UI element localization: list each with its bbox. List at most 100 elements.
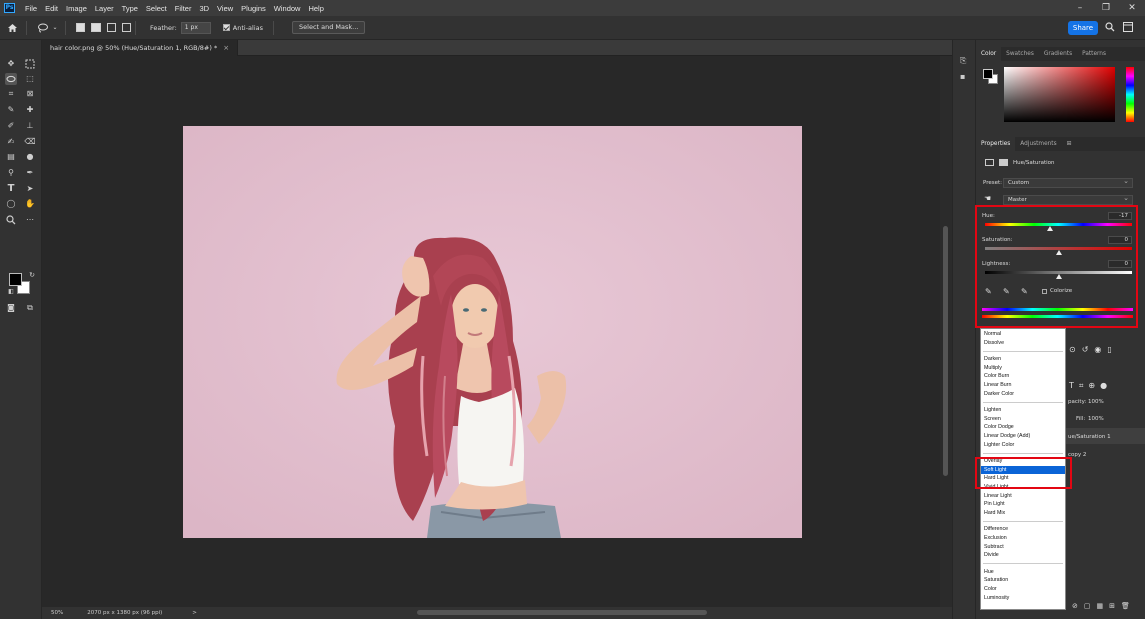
lasso-tool-preset-icon[interactable] (37, 22, 49, 34)
quick-mask-icon[interactable]: ◙ (5, 302, 17, 314)
move-tool-icon[interactable]: ✥ (5, 58, 17, 70)
crop-tool-icon[interactable]: ⌗ (5, 88, 17, 100)
blend-mode-subtract[interactable]: Subtract (981, 543, 1065, 552)
subtract-from-selection-icon[interactable] (107, 23, 116, 32)
menu-edit[interactable]: Edit (41, 4, 62, 13)
menu-image[interactable]: Image (62, 4, 91, 13)
color-picker-field[interactable] (1004, 67, 1115, 122)
spot-healing-tool-icon[interactable]: ✚ (24, 104, 36, 116)
blend-mode-color-dodge[interactable]: Color Dodge (981, 423, 1065, 432)
blur-tool-icon[interactable]: ● (24, 151, 36, 163)
fill-value[interactable]: 100% (1088, 416, 1104, 422)
object-selection-tool-icon[interactable]: ⬚ (24, 73, 36, 85)
status-arrow-icon[interactable]: > (192, 610, 197, 616)
intersect-selection-icon[interactable] (122, 23, 131, 32)
home-icon[interactable] (6, 22, 18, 34)
vertical-scrollbar[interactable] (940, 56, 952, 607)
add-to-selection-icon[interactable] (91, 23, 101, 32)
path-selection-tool-icon[interactable]: ➤ (24, 183, 36, 195)
comments-panel-icon[interactable]: ▪ (960, 72, 965, 81)
zoom-tool-icon[interactable] (5, 214, 17, 226)
layer-footer-icons[interactable]: ⊘▢▦⊞🗑 (1072, 602, 1136, 610)
tab-color[interactable]: Color (976, 47, 1002, 61)
blend-mode-pin-light[interactable]: Pin Light (981, 500, 1065, 509)
channel-dropdown[interactable]: Master (1003, 194, 1133, 205)
select-and-mask-button[interactable]: Select and Mask... (292, 21, 366, 34)
search-icon[interactable] (1105, 22, 1115, 35)
tab-patterns[interactable]: Patterns (1077, 47, 1111, 61)
blend-mode-lighten[interactable]: Lighten (981, 406, 1065, 415)
eyedropper-tool-icon[interactable]: ✎ (5, 104, 17, 116)
layer-filter-icons[interactable]: T⌗⊕● (1069, 381, 1112, 391)
lasso-tool-icon[interactable] (5, 73, 17, 85)
pen-tool-icon[interactable]: ✒ (24, 167, 36, 179)
history-panel-icon[interactable]: ⎘ (960, 56, 966, 66)
dodge-tool-icon[interactable]: ⚲ (5, 167, 17, 179)
blend-mode-difference[interactable]: Difference (981, 525, 1065, 534)
vertical-scroll-thumb[interactable] (943, 226, 948, 476)
minimize-button[interactable]: – (1067, 0, 1093, 16)
canvas-image[interactable] (183, 126, 802, 538)
menu-file[interactable]: File (21, 4, 41, 13)
document-tab[interactable]: hair color.png @ 50% (Hue/Saturation 1, … (42, 40, 239, 56)
tab-swatches[interactable]: Swatches (1001, 47, 1039, 61)
history-brush-tool-icon[interactable]: ✍ (5, 136, 17, 148)
menu-help[interactable]: Help (304, 4, 327, 13)
blend-mode-dissolve[interactable]: Dissolve (981, 339, 1065, 348)
preset-dropdown[interactable]: Custom (1003, 177, 1133, 188)
blend-mode-linear-dodge-add[interactable]: Linear Dodge (Add) (981, 432, 1065, 441)
type-tool-icon[interactable]: T (5, 183, 17, 195)
menu-3d[interactable]: 3D (195, 4, 213, 13)
default-colors-icon[interactable]: ◧ (5, 286, 17, 298)
blend-mode-luminosity[interactable]: Luminosity (981, 594, 1065, 603)
color-panel-foreground[interactable] (983, 69, 993, 79)
close-button[interactable]: ✕ (1119, 0, 1145, 16)
tab-properties[interactable]: Properties (976, 137, 1016, 151)
gradient-tool-icon[interactable]: ▤ (5, 151, 17, 163)
brush-tool-icon[interactable]: ✐ (5, 120, 17, 132)
menu-filter[interactable]: Filter (171, 4, 196, 13)
foreground-color-swatch[interactable] (9, 273, 22, 286)
targeted-adjustment-hand-icon[interactable]: ☚ (984, 194, 991, 203)
ellipse-tool-icon[interactable]: ◯ (5, 198, 17, 210)
feather-input[interactable]: 1 px (180, 21, 211, 34)
blend-mode-lighter-color[interactable]: Lighter Color (981, 441, 1065, 450)
marquee-tool-icon[interactable] (24, 58, 36, 70)
horizontal-scroll-thumb[interactable] (417, 610, 707, 615)
layer-panel-icons[interactable]: ⊙↺◉▯ (1069, 345, 1118, 354)
zoom-level[interactable]: 50% (51, 610, 63, 616)
hand-tool-icon[interactable]: ✋ (24, 198, 36, 210)
menu-type[interactable]: Type (118, 4, 142, 13)
blend-mode-multiply[interactable]: Multiply (981, 364, 1065, 373)
blend-mode-color-burn[interactable]: Color Burn (981, 372, 1065, 381)
eraser-tool-icon[interactable]: ⌫ (24, 136, 36, 148)
menu-view[interactable]: View (213, 4, 237, 13)
menu-plugins[interactable]: Plugins (237, 4, 270, 13)
blend-mode-darken[interactable]: Darken (981, 355, 1065, 364)
menu-layer[interactable]: Layer (91, 4, 118, 13)
hue-strip[interactable] (1126, 67, 1134, 122)
blend-mode-divide[interactable]: Divide (981, 551, 1065, 560)
blend-mode-screen[interactable]: Screen (981, 415, 1065, 424)
clone-stamp-tool-icon[interactable]: ⊥ (24, 120, 36, 132)
menu-window[interactable]: Window (270, 4, 305, 13)
tab-adjustments[interactable]: Adjustments (1015, 137, 1061, 151)
opacity-value[interactable]: 100% (1088, 399, 1104, 405)
blend-mode-hard-mix[interactable]: Hard Mix (981, 509, 1065, 518)
menu-select[interactable]: Select (142, 4, 171, 13)
blend-mode-exclusion[interactable]: Exclusion (981, 534, 1065, 543)
antialias-checkbox[interactable] (222, 24, 230, 31)
swap-colors-icon[interactable]: ↻ (26, 269, 38, 281)
blend-mode-saturation[interactable]: Saturation (981, 576, 1065, 585)
share-button[interactable]: Share (1068, 21, 1098, 35)
new-selection-icon[interactable] (76, 23, 85, 32)
more-tools-icon[interactable]: ⋯ (24, 214, 36, 226)
layer-name-hue-saturation[interactable]: ue/Saturation 1 (1068, 434, 1111, 440)
workspace-icon[interactable] (1123, 22, 1133, 35)
blend-mode-darker-color[interactable]: Darker Color (981, 390, 1065, 399)
libraries-icon[interactable]: ⊞ (1062, 137, 1077, 151)
frame-tool-icon[interactable]: ⊠ (24, 88, 36, 100)
blend-mode-linear-burn[interactable]: Linear Burn (981, 381, 1065, 390)
blend-mode-color[interactable]: Color (981, 585, 1065, 594)
blend-mode-hue[interactable]: Hue (981, 568, 1065, 577)
